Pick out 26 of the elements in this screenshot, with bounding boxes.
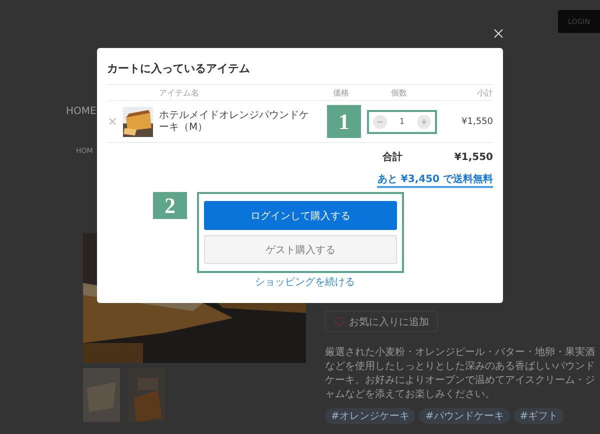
minus-button[interactable]	[373, 114, 387, 128]
product-description: 厳選された小麦粉・オレンジピール・バター・地卵・果実酒などを使用したしっとりとした深みのある香ばしいパウンドケーキ。お好みによりオーブンで温めてアイスクリーム・ジャムなどを添えてお楽しみください。	[325, 346, 595, 402]
column-header: 小計	[477, 88, 493, 98]
dialog-title: カートに入っているアイテム	[107, 58, 493, 85]
total-label: 合計	[382, 150, 402, 164]
quantity-value: 1	[399, 117, 405, 126]
item-subtotal: ¥1,550	[462, 116, 493, 126]
login-purchase-button[interactable]: ログインして購入する	[204, 201, 397, 230]
plus-button[interactable]	[417, 114, 431, 128]
shipping-link[interactable]: あと ¥3,450 で送料無料	[377, 172, 493, 188]
heart-icon	[334, 316, 345, 327]
column-header: 価格	[333, 88, 349, 98]
guest-purchase-button[interactable]: ゲスト購入する	[204, 235, 397, 264]
step-badge: 2	[153, 192, 187, 219]
column-header: 個数	[391, 88, 407, 98]
tag[interactable]: #ギフト	[514, 408, 564, 424]
continue-shopping-link[interactable]: ショッピングを続ける	[255, 275, 355, 289]
tag[interactable]: #パウンドケーキ	[419, 408, 510, 424]
nav-link[interactable]: HOME	[66, 106, 96, 117]
step-badge: 1	[327, 105, 361, 138]
tag[interactable]: #オレンジケーキ	[325, 408, 416, 424]
item-name: ホテルメイドオレンジパウンドケーキ（M）	[159, 110, 310, 134]
favorite-button[interactable]: お気に入りに追加	[325, 311, 438, 332]
column-header: アイテム名	[159, 88, 199, 98]
plus-icon	[420, 118, 428, 126]
total-value: ¥1,550	[454, 152, 493, 162]
